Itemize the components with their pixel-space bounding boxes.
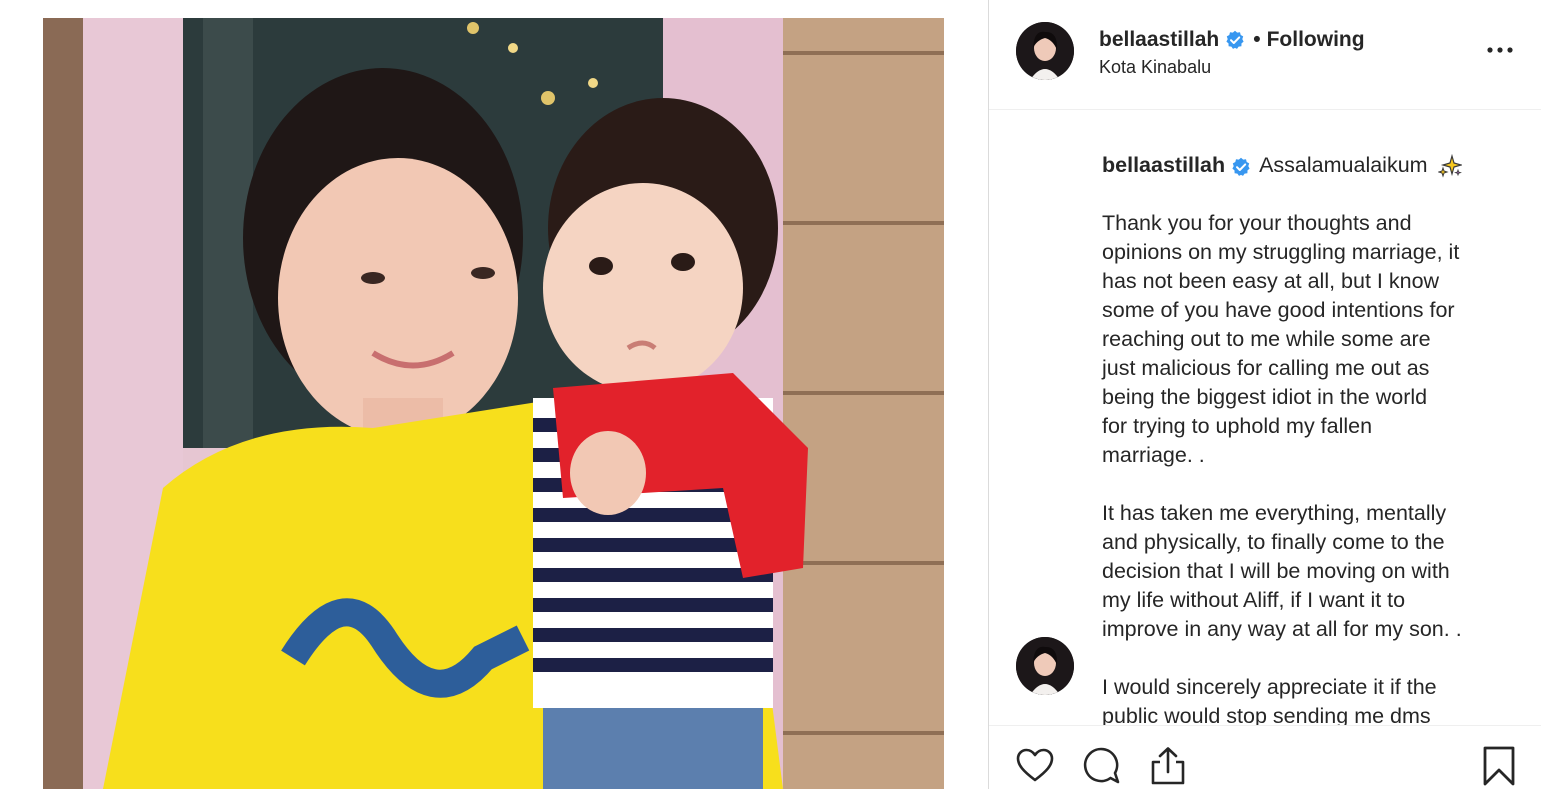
caption-line: and physically, to finally come to the [1102,530,1445,554]
caption-line: opinions on my struggling marriage, it [1102,240,1460,264]
author-username[interactable]: bellaastillah [1099,28,1219,52]
post-side-panel: bellaastillah • Following Kota Kinabalu [988,0,1542,789]
caption-line: some of you have good intentions for [1102,298,1455,322]
caption-line: for trying to uphold my fallen [1102,414,1373,438]
caption-scroll-area[interactable]: bellaastillah Assalamualaikum Thank you … [989,111,1541,725]
save-button[interactable] [1479,746,1519,786]
caption-line: Thank you for your thoughts and [1102,211,1412,235]
caption-line: marriage. . [1102,443,1205,467]
caption-paragraph-1: Thank you for your thoughts and opinions… [1102,209,1502,470]
post-location[interactable]: Kota Kinabalu [1099,57,1211,78]
post-photo[interactable] [43,18,944,789]
caption-greeting: Assalamualaikum [1259,153,1428,177]
sparkles-emoji-icon [1436,153,1463,178]
caption-username[interactable]: bellaastillah [1102,151,1225,180]
verified-badge-icon [1225,30,1245,50]
instagram-post-view: bellaastillah • Following Kota Kinabalu [0,0,1542,789]
caption-line: being the biggest idiot in the world [1102,385,1428,409]
following-button[interactable]: Following [1267,28,1365,52]
caption-line: public would stop sending me dms [1102,704,1431,725]
share-button[interactable] [1148,746,1188,786]
post-photo-illustration [43,18,944,789]
caption-heading: bellaastillah Assalamualaikum [1102,151,1502,180]
author-line: bellaastillah • Following [1099,28,1365,52]
caption-paragraph-2: It has taken me everything, mentally and… [1102,499,1502,644]
caption-line: I would sincerely appreciate it if the [1102,675,1437,699]
separator-dot: • [1253,28,1261,51]
caption-line: just malicious for calling me out as [1102,356,1430,380]
avatar-image [1016,637,1074,695]
caption-author-avatar[interactable] [1016,637,1074,695]
caption-line: It has taken me everything, mentally [1102,501,1447,525]
more-options-button[interactable] [1485,38,1515,62]
caption-paragraph-3: I would sincerely appreciate it if the p… [1102,673,1502,725]
caption-line: improve in any way at all for my son. . [1102,617,1462,641]
heart-icon [1016,748,1054,782]
caption-line: reaching out to me while some are [1102,327,1431,351]
post-actions-bar [989,725,1541,789]
caption-line: has not been easy at all, but I know [1102,269,1440,293]
caption-line: decision that I will be moving on with [1102,559,1450,583]
share-icon [1151,747,1185,785]
verified-badge-icon [1231,156,1251,176]
ellipsis-icon [1487,47,1513,53]
avatar-image [1016,22,1074,80]
caption-line: my life without Aliff, if I want it to [1102,588,1406,612]
bookmark-icon [1483,746,1515,786]
comment-icon [1083,747,1120,784]
like-button[interactable] [1015,746,1055,786]
post-header: bellaastillah • Following Kota Kinabalu [989,0,1541,110]
comment-button[interactable] [1082,746,1122,786]
caption-text: bellaastillah Assalamualaikum Thank you … [1102,151,1502,725]
author-avatar[interactable] [1016,22,1074,80]
